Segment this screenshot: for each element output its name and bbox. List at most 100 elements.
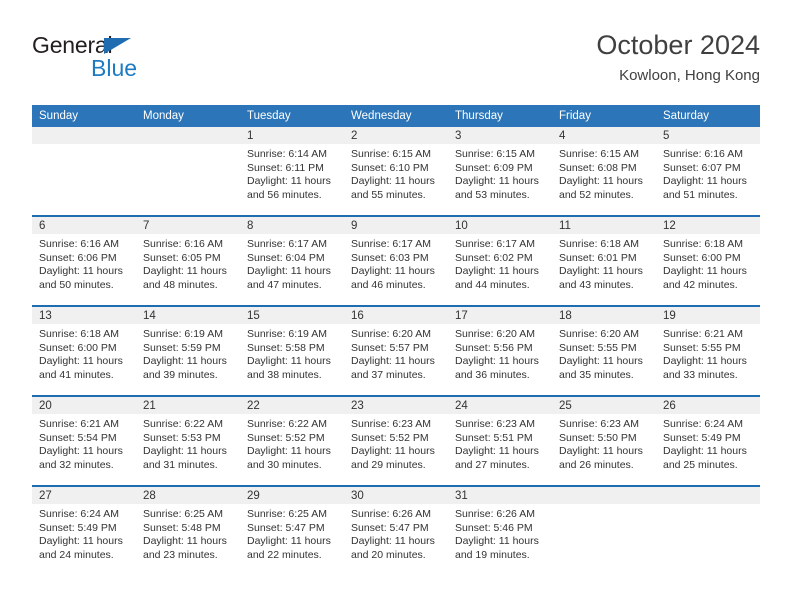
day-number: 23 bbox=[344, 397, 448, 414]
daylight-text: Daylight: 11 hours and 53 minutes. bbox=[455, 175, 539, 201]
sunrise-text: Sunrise: 6:15 AM bbox=[351, 148, 431, 160]
calendar-page: General Blue October 2024 Kowloon, Hong … bbox=[0, 0, 792, 612]
day-info: Sunrise: 6:26 AM Sunset: 5:47 PM Dayligh… bbox=[344, 504, 448, 562]
day-cell[interactable]: 30 Sunrise: 6:26 AM Sunset: 5:47 PM Dayl… bbox=[344, 487, 448, 575]
day-number: 10 bbox=[448, 217, 552, 234]
day-cell[interactable]: 10 Sunrise: 6:17 AM Sunset: 6:02 PM Dayl… bbox=[448, 217, 552, 305]
day-cell[interactable]: 16 Sunrise: 6:20 AM Sunset: 5:57 PM Dayl… bbox=[344, 307, 448, 395]
day-cell[interactable]: 3 Sunrise: 6:15 AM Sunset: 6:09 PM Dayli… bbox=[448, 127, 552, 215]
day-number: 22 bbox=[240, 397, 344, 414]
day-cell[interactable]: 5 Sunrise: 6:16 AM Sunset: 6:07 PM Dayli… bbox=[656, 127, 760, 215]
day-cell[interactable]: 29 Sunrise: 6:25 AM Sunset: 5:47 PM Dayl… bbox=[240, 487, 344, 575]
sunrise-text: Sunrise: 6:16 AM bbox=[663, 148, 743, 160]
day-cell[interactable] bbox=[656, 487, 760, 575]
page-header: General Blue October 2024 Kowloon, Hong … bbox=[32, 28, 760, 98]
weekday-header-saturday: Saturday bbox=[656, 105, 760, 127]
daylight-text: Daylight: 11 hours and 32 minutes. bbox=[39, 445, 123, 471]
daylight-text: Daylight: 11 hours and 39 minutes. bbox=[143, 355, 227, 381]
day-cell[interactable]: 6 Sunrise: 6:16 AM Sunset: 6:06 PM Dayli… bbox=[32, 217, 136, 305]
sunrise-text: Sunrise: 6:18 AM bbox=[39, 328, 119, 340]
day-cell[interactable]: 12 Sunrise: 6:18 AM Sunset: 6:00 PM Dayl… bbox=[656, 217, 760, 305]
day-info: Sunrise: 6:21 AM Sunset: 5:54 PM Dayligh… bbox=[32, 414, 136, 472]
day-cell[interactable]: 28 Sunrise: 6:25 AM Sunset: 5:48 PM Dayl… bbox=[136, 487, 240, 575]
day-cell[interactable]: 14 Sunrise: 6:19 AM Sunset: 5:59 PM Dayl… bbox=[136, 307, 240, 395]
day-number: 16 bbox=[344, 307, 448, 324]
day-info: Sunrise: 6:26 AM Sunset: 5:46 PM Dayligh… bbox=[448, 504, 552, 562]
daylight-text: Daylight: 11 hours and 23 minutes. bbox=[143, 535, 227, 561]
day-cell[interactable]: 26 Sunrise: 6:24 AM Sunset: 5:49 PM Dayl… bbox=[656, 397, 760, 485]
daylight-text: Daylight: 11 hours and 27 minutes. bbox=[455, 445, 539, 471]
weekday-header-monday: Monday bbox=[136, 105, 240, 127]
sunset-text: Sunset: 5:54 PM bbox=[39, 431, 117, 444]
day-info: Sunrise: 6:20 AM Sunset: 5:57 PM Dayligh… bbox=[344, 324, 448, 382]
day-cell[interactable]: 20 Sunrise: 6:21 AM Sunset: 5:54 PM Dayl… bbox=[32, 397, 136, 485]
day-info: Sunrise: 6:22 AM Sunset: 5:52 PM Dayligh… bbox=[240, 414, 344, 472]
sunrise-text: Sunrise: 6:23 AM bbox=[455, 418, 535, 430]
day-number: 17 bbox=[448, 307, 552, 324]
day-number: 3 bbox=[448, 127, 552, 144]
day-cell[interactable]: 4 Sunrise: 6:15 AM Sunset: 6:08 PM Dayli… bbox=[552, 127, 656, 215]
daylight-text: Daylight: 11 hours and 48 minutes. bbox=[143, 265, 227, 291]
day-info: Sunrise: 6:16 AM Sunset: 6:05 PM Dayligh… bbox=[136, 234, 240, 292]
day-cell[interactable]: 23 Sunrise: 6:23 AM Sunset: 5:52 PM Dayl… bbox=[344, 397, 448, 485]
sunset-text: Sunset: 6:04 PM bbox=[247, 251, 325, 264]
daylight-text: Daylight: 11 hours and 46 minutes. bbox=[351, 265, 435, 291]
sunset-text: Sunset: 5:56 PM bbox=[455, 341, 533, 354]
day-number: 30 bbox=[344, 487, 448, 504]
day-cell[interactable]: 18 Sunrise: 6:20 AM Sunset: 5:55 PM Dayl… bbox=[552, 307, 656, 395]
day-info: Sunrise: 6:19 AM Sunset: 5:58 PM Dayligh… bbox=[240, 324, 344, 382]
day-cell[interactable]: 7 Sunrise: 6:16 AM Sunset: 6:05 PM Dayli… bbox=[136, 217, 240, 305]
sunset-text: Sunset: 6:10 PM bbox=[351, 161, 429, 174]
day-cell[interactable] bbox=[552, 487, 656, 575]
sunrise-text: Sunrise: 6:19 AM bbox=[247, 328, 327, 340]
day-cell[interactable]: 22 Sunrise: 6:22 AM Sunset: 5:52 PM Dayl… bbox=[240, 397, 344, 485]
daylight-text: Daylight: 11 hours and 47 minutes. bbox=[247, 265, 331, 291]
daylight-text: Daylight: 11 hours and 30 minutes. bbox=[247, 445, 331, 471]
daylight-text: Daylight: 11 hours and 50 minutes. bbox=[39, 265, 123, 291]
day-cell[interactable]: 13 Sunrise: 6:18 AM Sunset: 6:00 PM Dayl… bbox=[32, 307, 136, 395]
day-cell[interactable]: 27 Sunrise: 6:24 AM Sunset: 5:49 PM Dayl… bbox=[32, 487, 136, 575]
sunrise-text: Sunrise: 6:20 AM bbox=[559, 328, 639, 340]
day-info: Sunrise: 6:20 AM Sunset: 5:56 PM Dayligh… bbox=[448, 324, 552, 382]
day-cell[interactable]: 15 Sunrise: 6:19 AM Sunset: 5:58 PM Dayl… bbox=[240, 307, 344, 395]
daylight-text: Daylight: 11 hours and 31 minutes. bbox=[143, 445, 227, 471]
day-info: Sunrise: 6:25 AM Sunset: 5:48 PM Dayligh… bbox=[136, 504, 240, 562]
sunrise-text: Sunrise: 6:26 AM bbox=[455, 508, 535, 520]
daylight-text: Daylight: 11 hours and 20 minutes. bbox=[351, 535, 435, 561]
day-number: 19 bbox=[656, 307, 760, 324]
day-info: Sunrise: 6:23 AM Sunset: 5:52 PM Dayligh… bbox=[344, 414, 448, 472]
day-number: 20 bbox=[32, 397, 136, 414]
day-number: 27 bbox=[32, 487, 136, 504]
day-number: 4 bbox=[552, 127, 656, 144]
day-cell[interactable]: 11 Sunrise: 6:18 AM Sunset: 6:01 PM Dayl… bbox=[552, 217, 656, 305]
general-blue-logo: General Blue bbox=[32, 32, 252, 88]
day-cell[interactable]: 1 Sunrise: 6:14 AM Sunset: 6:11 PM Dayli… bbox=[240, 127, 344, 215]
sunrise-text: Sunrise: 6:21 AM bbox=[663, 328, 743, 340]
sunrise-text: Sunrise: 6:16 AM bbox=[39, 238, 119, 250]
title-block: October 2024 Kowloon, Hong Kong bbox=[596, 28, 760, 87]
day-cell[interactable]: 17 Sunrise: 6:20 AM Sunset: 5:56 PM Dayl… bbox=[448, 307, 552, 395]
sunrise-text: Sunrise: 6:16 AM bbox=[143, 238, 223, 250]
sunrise-text: Sunrise: 6:23 AM bbox=[351, 418, 431, 430]
daylight-text: Daylight: 11 hours and 36 minutes. bbox=[455, 355, 539, 381]
day-cell[interactable]: 25 Sunrise: 6:23 AM Sunset: 5:50 PM Dayl… bbox=[552, 397, 656, 485]
day-number: 29 bbox=[240, 487, 344, 504]
day-cell[interactable]: 31 Sunrise: 6:26 AM Sunset: 5:46 PM Dayl… bbox=[448, 487, 552, 575]
sunset-text: Sunset: 5:46 PM bbox=[455, 521, 533, 534]
day-cell[interactable]: 8 Sunrise: 6:17 AM Sunset: 6:04 PM Dayli… bbox=[240, 217, 344, 305]
day-cell[interactable] bbox=[32, 127, 136, 215]
weekday-header-thursday: Thursday bbox=[448, 105, 552, 127]
day-number: 26 bbox=[656, 397, 760, 414]
day-cell[interactable] bbox=[136, 127, 240, 215]
weekday-header-row: Sunday Monday Tuesday Wednesday Thursday… bbox=[32, 105, 760, 127]
sunset-text: Sunset: 5:49 PM bbox=[663, 431, 741, 444]
weekday-header-sunday: Sunday bbox=[32, 105, 136, 127]
day-number: 6 bbox=[32, 217, 136, 234]
sunset-text: Sunset: 5:51 PM bbox=[455, 431, 533, 444]
weekday-header-friday: Friday bbox=[552, 105, 656, 127]
day-cell[interactable]: 2 Sunrise: 6:15 AM Sunset: 6:10 PM Dayli… bbox=[344, 127, 448, 215]
day-cell[interactable]: 24 Sunrise: 6:23 AM Sunset: 5:51 PM Dayl… bbox=[448, 397, 552, 485]
day-cell[interactable]: 9 Sunrise: 6:17 AM Sunset: 6:03 PM Dayli… bbox=[344, 217, 448, 305]
day-cell[interactable]: 19 Sunrise: 6:21 AM Sunset: 5:55 PM Dayl… bbox=[656, 307, 760, 395]
day-cell[interactable]: 21 Sunrise: 6:22 AM Sunset: 5:53 PM Dayl… bbox=[136, 397, 240, 485]
